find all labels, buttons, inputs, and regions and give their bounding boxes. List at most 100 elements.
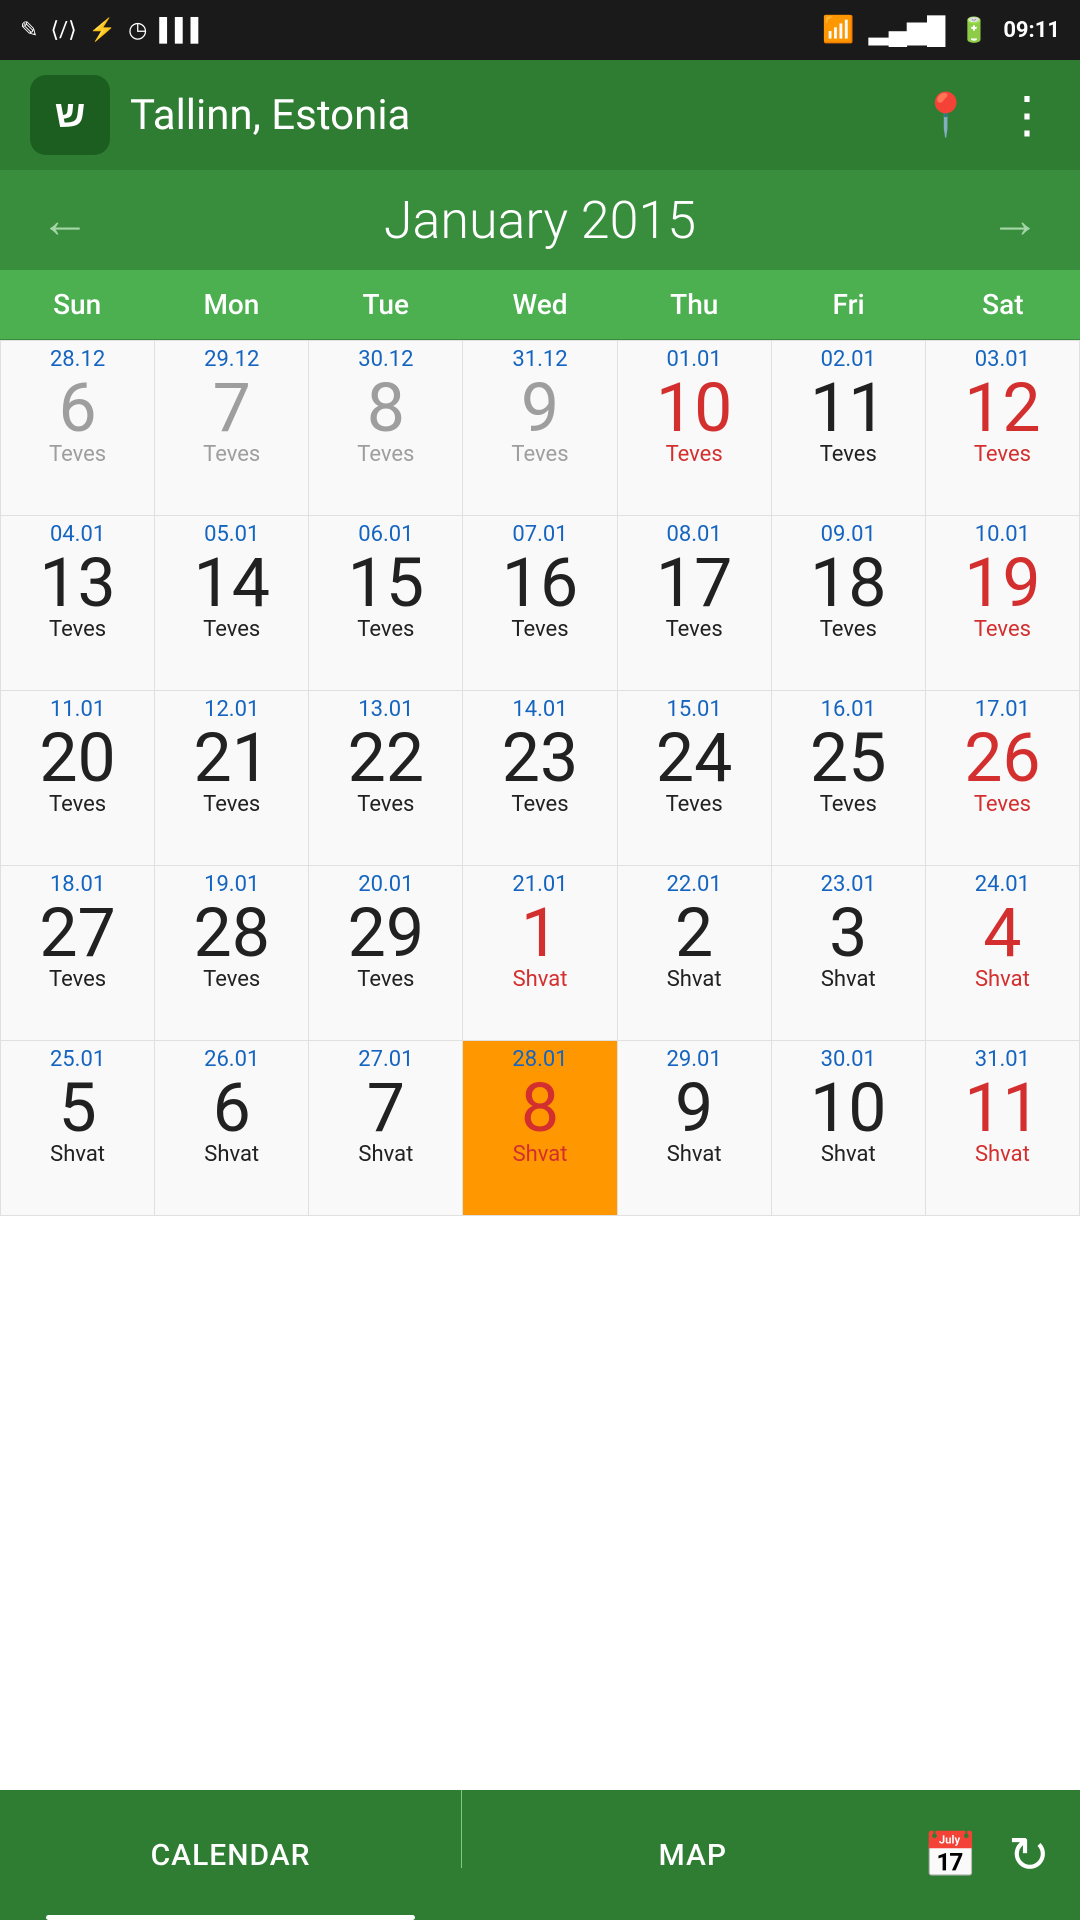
day-header-wed: Wed <box>463 270 617 339</box>
hebrew-month: Teves <box>313 792 458 817</box>
calendar-cell-11[interactable]: 08.0117Teves <box>618 516 772 691</box>
day-header-mon: Mon <box>154 270 308 339</box>
hebrew-month: Teves <box>467 792 612 817</box>
day-number: 23 <box>467 724 612 792</box>
day-number: 7 <box>313 1074 458 1142</box>
barcode-icon: ▌▌▌ <box>159 17 206 43</box>
calendar-cell-2[interactable]: 30.128Teves <box>309 341 463 516</box>
prev-month-button[interactable]: ← <box>40 191 90 250</box>
calendar-cell-29[interactable]: 26.016Shvat <box>155 1041 309 1216</box>
next-month-button[interactable]: → <box>990 191 1040 250</box>
calendar-cell-12[interactable]: 09.0118Teves <box>772 516 926 691</box>
tab-calendar[interactable]: CALENDAR <box>0 1790 461 1920</box>
calendar-cell-16[interactable]: 13.0122Teves <box>309 691 463 866</box>
calendar-cell-10[interactable]: 07.0116Teves <box>463 516 617 691</box>
hebrew-month: Teves <box>5 967 150 992</box>
calendar-cell-8[interactable]: 05.0114Teves <box>155 516 309 691</box>
calendar-grid: 28.126Teves29.127Teves30.128Teves31.129T… <box>0 340 1080 1216</box>
calendar-cell-3[interactable]: 31.129Teves <box>463 341 617 516</box>
day-number: 26 <box>930 724 1075 792</box>
calendar-cell-0[interactable]: 28.126Teves <box>1 341 155 516</box>
calendar-cell-5[interactable]: 02.0111Teves <box>772 341 926 516</box>
calendar-cell-23[interactable]: 20.0129Teves <box>309 866 463 1041</box>
calendar-cell-25[interactable]: 22.012Shvat <box>618 866 772 1041</box>
calendar-cell-33[interactable]: 30.0110Shvat <box>772 1041 926 1216</box>
status-time: 09:11 <box>1003 18 1060 43</box>
calendar-cell-18[interactable]: 15.0124Teves <box>618 691 772 866</box>
hebrew-month: Teves <box>5 442 150 467</box>
day-number: 9 <box>622 1074 767 1142</box>
clock-icon: ◷ <box>128 18 147 43</box>
hebrew-month: Teves <box>930 442 1075 467</box>
hebrew-month: Shvat <box>930 967 1075 992</box>
day-header-sun: Sun <box>0 270 154 339</box>
bottom-nav: CALENDAR MAP 📅 ↻ <box>0 1790 1080 1920</box>
bottom-right-icons: 📅 ↻ <box>923 1826 1080 1885</box>
day-number: 7 <box>159 374 304 442</box>
calendar-today-icon[interactable]: 📅 <box>923 1829 978 1881</box>
calendar-cell-19[interactable]: 16.0125Teves <box>772 691 926 866</box>
calendar-cell-6[interactable]: 03.0112Teves <box>926 341 1080 516</box>
day-number: 28 <box>159 899 304 967</box>
hebrew-month: Teves <box>776 442 921 467</box>
day-header-sat: Sat <box>926 270 1080 339</box>
day-number: 11 <box>930 1074 1075 1142</box>
month-nav: ← January 2015 → <box>0 170 1080 270</box>
more-options-icon[interactable]: ⋮ <box>1002 86 1050 145</box>
day-number: 6 <box>159 1074 304 1142</box>
location-icon[interactable]: 📍 <box>920 91 972 140</box>
day-number: 19 <box>930 549 1075 617</box>
day-number: 12 <box>930 374 1075 442</box>
calendar-cell-24[interactable]: 21.011Shvat <box>463 866 617 1041</box>
hebrew-month: Shvat <box>159 1142 304 1167</box>
day-header-tue: Tue <box>309 270 463 339</box>
code-icon: ⟨/⟩ <box>50 18 76 43</box>
app-logo: ש <box>30 75 110 155</box>
calendar-cell-30[interactable]: 27.017Shvat <box>309 1041 463 1216</box>
hebrew-month: Teves <box>313 967 458 992</box>
empty-area <box>0 1216 1080 1596</box>
calendar-cell-26[interactable]: 23.013Shvat <box>772 866 926 1041</box>
calendar-cell-32[interactable]: 29.019Shvat <box>618 1041 772 1216</box>
status-right-icons: 📶 ▂▄▆█ 🔋 09:11 <box>822 15 1060 46</box>
hebrew-month: Shvat <box>930 1142 1075 1167</box>
day-headers: SunMonTueWedThuFriSat <box>0 270 1080 340</box>
logo-symbol: ש <box>55 93 86 137</box>
calendar-cell-15[interactable]: 12.0121Teves <box>155 691 309 866</box>
day-number: 8 <box>313 374 458 442</box>
status-bar: ✎ ⟨/⟩ ⚡ ◷ ▌▌▌ 📶 ▂▄▆█ 🔋 09:11 <box>0 0 1080 60</box>
day-number: 29 <box>313 899 458 967</box>
calendar-cell-31[interactable]: 28.018Shvat <box>463 1041 617 1216</box>
calendar-cell-14[interactable]: 11.0120Teves <box>1 691 155 866</box>
refresh-icon[interactable]: ↻ <box>1008 1826 1050 1885</box>
calendar-cell-4[interactable]: 01.0110Teves <box>618 341 772 516</box>
hebrew-month: Teves <box>622 792 767 817</box>
hebrew-month: Teves <box>930 617 1075 642</box>
calendar-cell-28[interactable]: 25.015Shvat <box>1 1041 155 1216</box>
tab-map[interactable]: MAP <box>462 1790 923 1920</box>
hebrew-month: Teves <box>467 442 612 467</box>
hebrew-month: Teves <box>622 442 767 467</box>
calendar-cell-22[interactable]: 19.0128Teves <box>155 866 309 1041</box>
hebrew-month: Teves <box>159 792 304 817</box>
calendar-cell-20[interactable]: 17.0126Teves <box>926 691 1080 866</box>
calendar-cell-34[interactable]: 31.0111Shvat <box>926 1041 1080 1216</box>
calendar-cell-1[interactable]: 29.127Teves <box>155 341 309 516</box>
app-title: Tallinn, Estonia <box>130 91 920 140</box>
calendar-cell-9[interactable]: 06.0115Teves <box>309 516 463 691</box>
calendar-cell-13[interactable]: 10.0119Teves <box>926 516 1080 691</box>
calendar-cell-17[interactable]: 14.0123Teves <box>463 691 617 866</box>
day-number: 21 <box>159 724 304 792</box>
day-number: 13 <box>5 549 150 617</box>
calendar-cell-21[interactable]: 18.0127Teves <box>1 866 155 1041</box>
hebrew-month: Shvat <box>622 967 767 992</box>
usb-icon: ⚡ <box>89 18 116 43</box>
calendar-area: SunMonTueWedThuFriSat 28.126Teves29.127T… <box>0 270 1080 1216</box>
hebrew-month: Teves <box>313 442 458 467</box>
calendar-cell-7[interactable]: 04.0113Teves <box>1 516 155 691</box>
hebrew-month: Teves <box>313 617 458 642</box>
day-number: 6 <box>5 374 150 442</box>
day-number: 8 <box>467 1074 612 1142</box>
calendar-cell-27[interactable]: 24.014Shvat <box>926 866 1080 1041</box>
hebrew-month: Teves <box>776 792 921 817</box>
